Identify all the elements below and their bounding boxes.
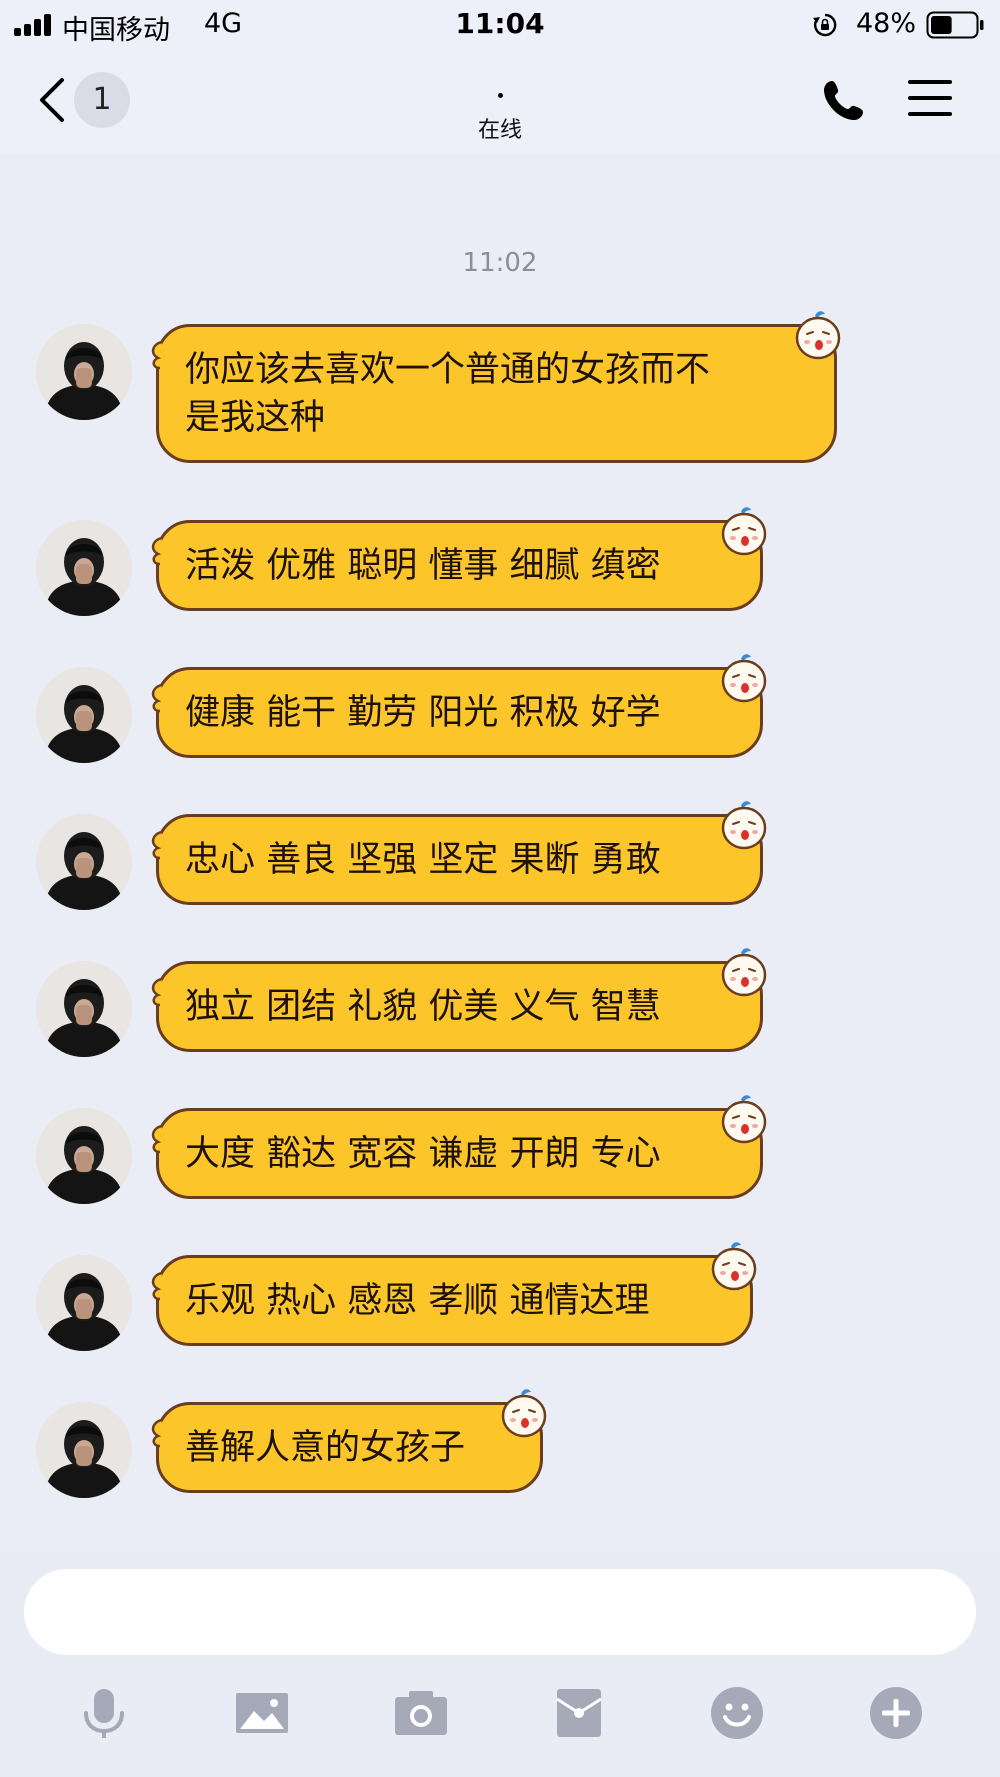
mascot-sticker-icon bbox=[795, 311, 841, 360]
plus-icon[interactable] bbox=[868, 1685, 924, 1741]
avatar[interactable] bbox=[36, 961, 132, 1057]
bubble-ear-decoration bbox=[151, 1271, 163, 1301]
message-text: 大度 豁达 宽容 谦虚 开朗 专心 bbox=[156, 1108, 763, 1199]
bubble-ear-decoration bbox=[151, 1124, 163, 1154]
avatar[interactable] bbox=[36, 667, 132, 763]
emoji-icon[interactable] bbox=[709, 1685, 765, 1741]
menu-icon[interactable] bbox=[908, 78, 952, 118]
camera-icon[interactable] bbox=[393, 1685, 449, 1741]
message-text: 独立 团结 礼貌 优美 义气 智慧 bbox=[156, 961, 763, 1052]
nav-bar: 1 在线 bbox=[0, 50, 1000, 154]
bubble-ear-decoration bbox=[151, 1418, 163, 1448]
message-bubble[interactable]: 你应该去喜欢一个普通的女孩而不 是我这种 bbox=[151, 311, 841, 463]
bubble-ear-decoration bbox=[151, 977, 163, 1007]
mascot-sticker-icon bbox=[721, 801, 767, 850]
mascot-sticker-icon bbox=[721, 507, 767, 556]
message-text: 忠心 善良 坚强 坚定 果断 勇敢 bbox=[156, 814, 763, 905]
mascot-sticker-icon bbox=[721, 1095, 767, 1144]
rotation-lock-icon bbox=[813, 13, 837, 37]
message-text: 活泼 优雅 聪明 懂事 细腻 缜密 bbox=[156, 520, 763, 611]
mascot-sticker-icon bbox=[721, 948, 767, 997]
phone-icon[interactable] bbox=[822, 78, 866, 122]
message-bubble[interactable]: 乐观 热心 感恩 孝顺 通情达理 bbox=[151, 1242, 757, 1346]
battery-percent: 48% bbox=[856, 8, 917, 39]
bubble-ear-decoration bbox=[151, 830, 163, 860]
avatar[interactable] bbox=[36, 1255, 132, 1351]
bubble-ear-decoration bbox=[151, 683, 163, 713]
contact-name bbox=[498, 93, 503, 98]
message-bubble[interactable]: 活泼 优雅 聪明 懂事 细腻 缜密 bbox=[151, 507, 767, 611]
avatar[interactable] bbox=[36, 324, 132, 420]
status-time: 11:04 bbox=[455, 7, 545, 40]
mascot-sticker-icon bbox=[721, 654, 767, 703]
mascot-sticker-icon bbox=[711, 1242, 757, 1291]
message-text: 健康 能干 勤劳 阳光 积极 好学 bbox=[156, 667, 763, 758]
message-bubble[interactable]: 善解人意的女孩子 bbox=[151, 1389, 547, 1493]
message-input[interactable] bbox=[24, 1569, 976, 1655]
avatar[interactable] bbox=[36, 814, 132, 910]
status-bar: 中国移动 4G 11:04 48% bbox=[0, 0, 1000, 50]
message-bubble[interactable]: 大度 豁达 宽容 谦虚 开朗 专心 bbox=[151, 1095, 767, 1199]
avatar[interactable] bbox=[36, 1108, 132, 1204]
chat-screen: 中国移动 4G 11:04 48% 1 在线 11:02 你应该去喜欢一个普通的… bbox=[0, 0, 1000, 1777]
message-text: 乐观 热心 感恩 孝顺 通情达理 bbox=[156, 1255, 753, 1346]
input-area bbox=[0, 1549, 1000, 1777]
message-text: 你应该去喜欢一个普通的女孩而不 是我这种 bbox=[156, 324, 837, 463]
message-bubble[interactable]: 忠心 善良 坚强 坚定 果断 勇敢 bbox=[151, 801, 767, 905]
message-text: 善解人意的女孩子 bbox=[156, 1402, 543, 1493]
message-bubble[interactable]: 健康 能干 勤劳 阳光 积极 好学 bbox=[151, 654, 767, 758]
red-packet-icon[interactable] bbox=[551, 1685, 607, 1741]
bubble-ear-decoration bbox=[151, 340, 163, 370]
avatar[interactable] bbox=[36, 520, 132, 616]
chat-timestamp: 11:02 bbox=[462, 248, 538, 278]
mascot-sticker-icon bbox=[501, 1389, 547, 1438]
message-bubble[interactable]: 独立 团结 礼貌 优美 义气 智慧 bbox=[151, 948, 767, 1052]
image-icon[interactable] bbox=[234, 1685, 290, 1741]
avatar[interactable] bbox=[36, 1402, 132, 1498]
bubble-ear-decoration bbox=[151, 536, 163, 566]
battery-icon bbox=[926, 11, 984, 39]
microphone-icon[interactable] bbox=[76, 1685, 132, 1741]
